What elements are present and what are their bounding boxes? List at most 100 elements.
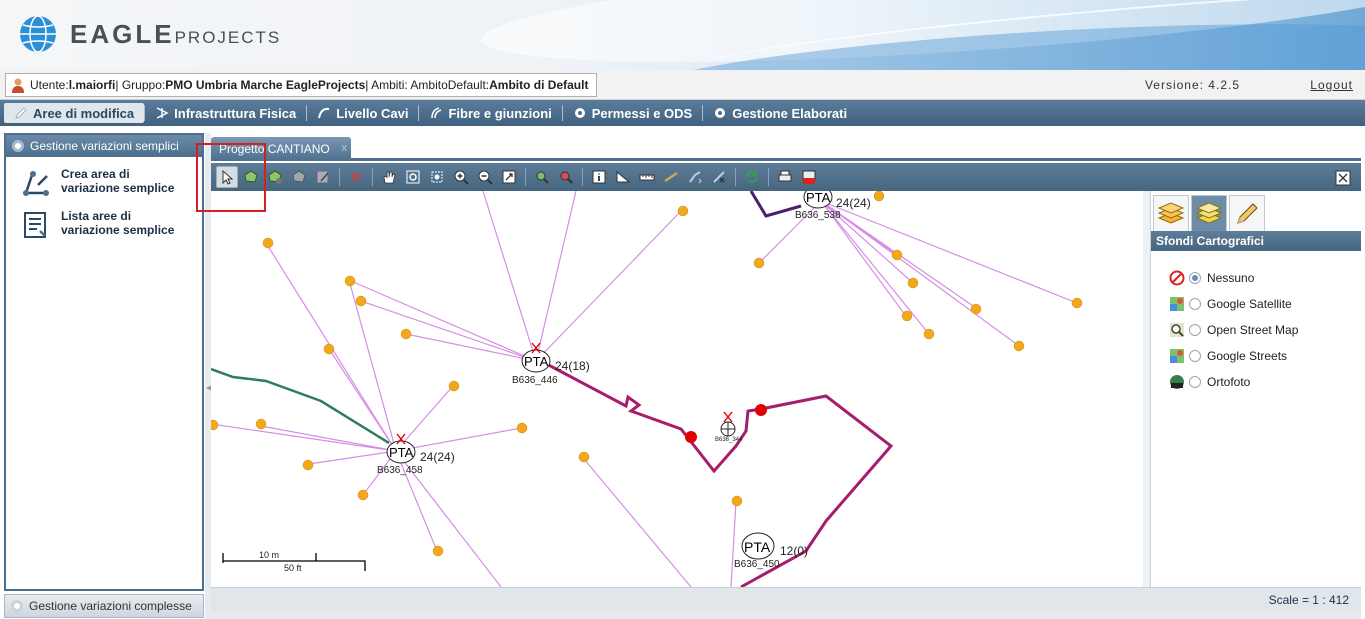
refresh-icon xyxy=(746,171,758,183)
info-icon xyxy=(592,170,606,184)
scale-bar-feet: 50 ft xyxy=(284,563,302,573)
expand-icon xyxy=(11,600,23,612)
network-icon xyxy=(156,107,169,119)
tab-progetto-cantiano[interactable]: Progetto CANTIANO x xyxy=(211,137,351,161)
measure-area-icon xyxy=(616,170,631,183)
toolbar-separator xyxy=(735,168,736,186)
fullscreen-icon xyxy=(1335,170,1351,186)
lista-aree-variazione-button[interactable]: Lista aree di variazione semplice xyxy=(6,199,202,241)
group-value: PMO Umbria Marche EagleProjects xyxy=(165,78,366,92)
trace-button[interactable] xyxy=(684,166,706,188)
expand-arrows-icon xyxy=(502,170,516,184)
right-splitter[interactable] xyxy=(1143,191,1150,587)
menu-gestione-elaborati[interactable]: Gestione Elaborati xyxy=(703,103,857,123)
layers-yellow-icon xyxy=(1195,201,1223,224)
next-view-button[interactable] xyxy=(555,166,577,188)
user-value: l.maiorfi xyxy=(68,78,116,92)
trace-delete-button[interactable] xyxy=(708,166,730,188)
gestione-variazioni-complesse-panel[interactable]: Gestione variazioni complesse xyxy=(4,594,204,618)
globe-logo-icon xyxy=(20,15,56,53)
map-toolbar xyxy=(211,163,1361,191)
brush-icon xyxy=(664,171,678,183)
pta-node-458: PTA xyxy=(386,433,416,464)
magnifier-map-icon xyxy=(1170,323,1184,337)
basemap-option-open-street-map[interactable]: Open Street Map xyxy=(1151,317,1361,343)
info-button[interactable] xyxy=(588,166,610,188)
toolbar-separator xyxy=(372,168,373,186)
basemap-option-google-satellite[interactable]: Google Satellite xyxy=(1151,291,1361,317)
polygon-tool-button[interactable] xyxy=(240,166,262,188)
tab-bar: Progetto CANTIANO x xyxy=(211,133,1361,161)
measure-area-button[interactable] xyxy=(612,166,634,188)
pdf-export-button[interactable] xyxy=(798,166,820,188)
radio-ortofoto[interactable] xyxy=(1189,376,1201,388)
pdf-icon xyxy=(802,170,816,184)
zoom-extent-button[interactable] xyxy=(426,166,448,188)
refresh-button[interactable] xyxy=(741,166,763,188)
radio-nessuno[interactable] xyxy=(1189,272,1201,284)
collapse-icon xyxy=(12,140,24,152)
pencil-icon xyxy=(15,107,27,119)
delete-feature-button[interactable] xyxy=(345,166,367,188)
edit-feature-button[interactable] xyxy=(312,166,334,188)
layers-orange-icon xyxy=(1157,201,1185,224)
svg-text:PTA: PTA xyxy=(389,445,414,460)
menu-permessi-e-ods[interactable]: Permessi e ODS xyxy=(563,103,702,123)
menu-livello-cavi[interactable]: Livello Cavi xyxy=(307,103,418,123)
menu-aree-di-modifica[interactable]: Aree di modifica xyxy=(4,103,145,123)
map-canvas[interactable]: PTA PTA PTA PTA 24(18) B636_446 24(24) B… xyxy=(211,191,1143,587)
scale-bar-meters: 10 m xyxy=(259,550,280,560)
radio-google-satellite[interactable] xyxy=(1189,298,1201,310)
duct-line xyxy=(749,191,802,218)
basemap-option-google-streets[interactable]: Google Streets xyxy=(1151,343,1361,369)
duct-line xyxy=(540,359,894,587)
green-cable-line xyxy=(211,367,390,445)
radio-google-streets[interactable] xyxy=(1189,350,1201,362)
basemap-option-ortofoto[interactable]: Ortofoto xyxy=(1151,369,1361,395)
eagle-projects-logo: EAGLEPROJECTS xyxy=(18,14,281,54)
zoom-out-icon xyxy=(478,170,493,185)
polygon-icon xyxy=(244,170,258,183)
trace-delete-icon xyxy=(713,171,725,183)
fullscreen-button[interactable] xyxy=(1332,167,1354,189)
svg-text:PTA: PTA xyxy=(806,191,831,205)
print-button[interactable] xyxy=(774,166,796,188)
draw-area-icon xyxy=(23,171,49,196)
bottom-splitter[interactable] xyxy=(211,611,1361,619)
node-info-450: 12(0) xyxy=(780,544,809,558)
full-extent-button[interactable] xyxy=(498,166,520,188)
red-point xyxy=(685,431,697,443)
tab-edit[interactable] xyxy=(1229,195,1265,231)
toolbar-separator xyxy=(768,168,769,186)
cable-lines xyxy=(211,191,1078,587)
clear-measure-button[interactable] xyxy=(660,166,682,188)
menu-fibre-e-giunzioni[interactable]: Fibre e giunzioni xyxy=(419,103,561,123)
pan-tool-button[interactable] xyxy=(378,166,400,188)
left-panel-header[interactable]: Gestione variazioni semplici xyxy=(6,135,202,157)
previous-view-button[interactable] xyxy=(531,166,553,188)
crea-area-variazione-button[interactable]: Crea area di variazione semplice xyxy=(6,157,202,199)
logout-link[interactable]: Logout xyxy=(1310,78,1353,92)
menu-infrastruttura-fisica[interactable]: Infrastruttura Fisica xyxy=(145,103,306,123)
right-panel-tabs xyxy=(1151,191,1361,231)
polygon-delete-button[interactable] xyxy=(288,166,310,188)
zoom-in-button[interactable] xyxy=(450,166,472,188)
tab-layers[interactable] xyxy=(1153,195,1189,231)
polygon-edit-button[interactable] xyxy=(264,166,286,188)
zoom-box-button[interactable] xyxy=(402,166,424,188)
printer-icon xyxy=(778,170,792,182)
basemap-option-nessuno[interactable]: Nessuno xyxy=(1151,265,1361,291)
status-bar: Scale = 1 : 412 xyxy=(211,587,1361,611)
zoom-out-button[interactable] xyxy=(474,166,496,188)
radio-open-street-map[interactable] xyxy=(1189,324,1201,336)
ruler-icon xyxy=(639,174,655,181)
toolbar-separator xyxy=(339,168,340,186)
tab-basemaps[interactable] xyxy=(1191,195,1227,231)
node-name-538: B636_538 xyxy=(795,210,841,221)
tab-close-icon[interactable]: x xyxy=(342,142,348,154)
basemaps-title: Sfondi Cartografici xyxy=(1151,231,1361,251)
trace-icon xyxy=(689,171,702,184)
google-maps-icon xyxy=(1170,349,1184,363)
select-tool-button[interactable] xyxy=(216,166,238,188)
measure-length-button[interactable] xyxy=(636,166,658,188)
